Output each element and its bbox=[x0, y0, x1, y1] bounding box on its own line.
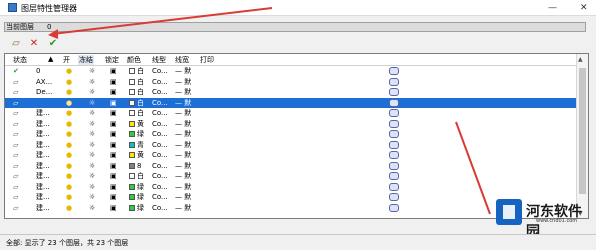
status-text: 全部: 显示了 23 个图层，共 23 个图层 bbox=[6, 239, 129, 247]
arrow-to-watermark bbox=[455, 121, 491, 215]
arrow-to-checkmark bbox=[51, 7, 273, 35]
status-bar: 全部: 显示了 23 个图层，共 23 个图层 bbox=[0, 234, 596, 250]
watermark-logo: 河东软件园 www.cnd01.com bbox=[496, 197, 592, 240]
watermark-box-icon bbox=[496, 199, 522, 225]
arrowhead-top bbox=[48, 29, 58, 39]
watermark-url: www.cnd01.com bbox=[536, 218, 578, 224]
